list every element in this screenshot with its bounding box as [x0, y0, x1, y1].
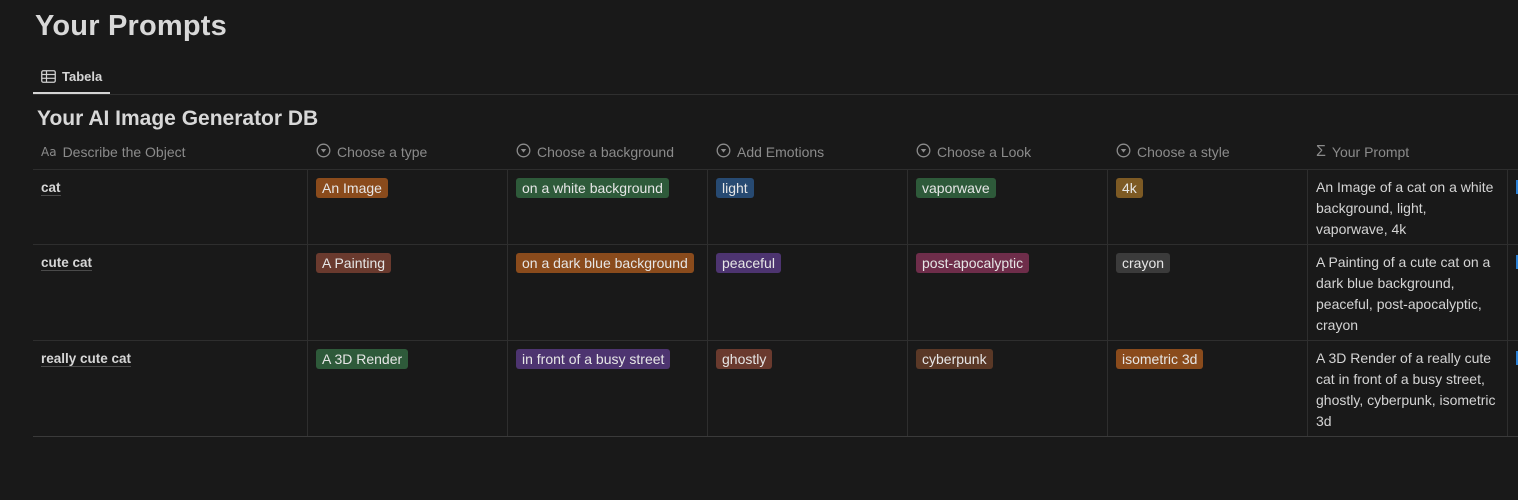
look-tag: post-apocalyptic [916, 253, 1030, 273]
type-tag: A 3D Render [316, 349, 409, 369]
column-header-type[interactable]: Choose a type [308, 134, 508, 169]
object-title[interactable]: really cute cat [41, 351, 132, 367]
type-cell[interactable]: A Painting [308, 245, 508, 340]
emotion-tag: ghostly [716, 349, 773, 369]
column-label: Choose a style [1137, 143, 1230, 160]
emotion-tag: light [716, 178, 754, 198]
background-tag: on a white background [516, 178, 669, 198]
emotion-cell[interactable]: peaceful [708, 245, 908, 340]
column-label: Choose a background [537, 143, 674, 160]
column-header-style[interactable]: Choose a style [1108, 134, 1308, 169]
column-header-emotions[interactable]: Add Emotions [708, 134, 908, 169]
type-tag: An Image [316, 178, 388, 198]
overflow-cell [1508, 170, 1518, 244]
table-row[interactable]: cute cat A Painting on a dark blue backg… [33, 245, 1518, 341]
style-cell[interactable]: crayon [1108, 245, 1308, 340]
column-label: Choose a Look [937, 143, 1032, 160]
emotion-cell[interactable]: ghostly [708, 341, 908, 436]
select-icon [316, 143, 331, 161]
object-cell[interactable]: really cute cat [33, 341, 308, 436]
select-icon [916, 143, 931, 161]
look-tag: vaporwave [916, 178, 996, 198]
select-icon [716, 143, 731, 161]
column-label: Your Prompt [1331, 143, 1410, 160]
column-label: Add Emotions [737, 143, 825, 160]
object-title[interactable]: cute cat [41, 255, 93, 271]
prompt-cell[interactable]: A 3D Render of a really cute cat in fron… [1308, 341, 1508, 436]
database-table: Aa Describe the Object Choose a type Cho… [33, 134, 1518, 437]
table-header: Aa Describe the Object Choose a type Cho… [33, 134, 1518, 170]
style-cell[interactable]: 4k [1108, 170, 1308, 244]
emotion-cell[interactable]: light [708, 170, 908, 244]
type-cell[interactable]: A 3D Render [308, 341, 508, 436]
table-icon [41, 69, 56, 83]
style-tag: isometric 3d [1116, 349, 1204, 369]
prompt-cell[interactable]: An Image of a cat on a white background,… [1308, 170, 1508, 244]
select-icon [1116, 143, 1131, 161]
column-header-look[interactable]: Choose a Look [908, 134, 1108, 169]
overflow-cell [1508, 245, 1518, 340]
table-row[interactable]: really cute cat A 3D Render in front of … [33, 341, 1518, 437]
column-header-background[interactable]: Choose a background [508, 134, 708, 169]
background-cell[interactable]: on a dark blue background [508, 245, 708, 340]
column-label: Describe the Object [62, 143, 186, 160]
style-tag: 4k [1116, 178, 1143, 198]
type-tag: A Painting [316, 253, 392, 273]
emotion-tag: peaceful [716, 253, 781, 273]
look-tag: cyberpunk [916, 349, 993, 369]
style-cell[interactable]: isometric 3d [1108, 341, 1308, 436]
table-row[interactable]: cat An Image on a white background light… [33, 170, 1518, 245]
background-cell[interactable]: on a white background [508, 170, 708, 244]
background-cell[interactable]: in front of a busy street [508, 341, 708, 436]
background-tag: in front of a busy street [516, 349, 671, 369]
column-label: Choose a type [337, 143, 428, 160]
object-cell[interactable]: cat [33, 170, 308, 244]
look-cell[interactable]: cyberpunk [908, 341, 1108, 436]
column-header-prompt[interactable]: Σ Your Prompt [1308, 134, 1508, 169]
object-cell[interactable]: cute cat [33, 245, 308, 340]
overflow-cell [1508, 341, 1518, 436]
tab-table[interactable]: Tabela [33, 60, 111, 94]
tab-label: Tabela [62, 68, 103, 84]
object-title[interactable]: cat [41, 180, 61, 196]
page-title: Your Prompts [35, 10, 227, 42]
database-title[interactable]: Your AI Image Generator DB [37, 107, 318, 131]
column-header-object[interactable]: Aa Describe the Object [33, 134, 308, 169]
prompt-cell[interactable]: A Painting of a cute cat on a dark blue … [1308, 245, 1508, 340]
look-cell[interactable]: vaporwave [908, 170, 1108, 244]
text-property-icon: Aa [41, 144, 57, 159]
type-cell[interactable]: An Image [308, 170, 508, 244]
column-header-overflow [1508, 134, 1518, 169]
view-tabs: Tabela [33, 60, 1518, 95]
style-tag: crayon [1116, 253, 1171, 273]
look-cell[interactable]: post-apocalyptic [908, 245, 1108, 340]
sigma-icon: Σ [1316, 142, 1326, 160]
select-icon [516, 143, 531, 161]
background-tag: on a dark blue background [516, 253, 694, 273]
